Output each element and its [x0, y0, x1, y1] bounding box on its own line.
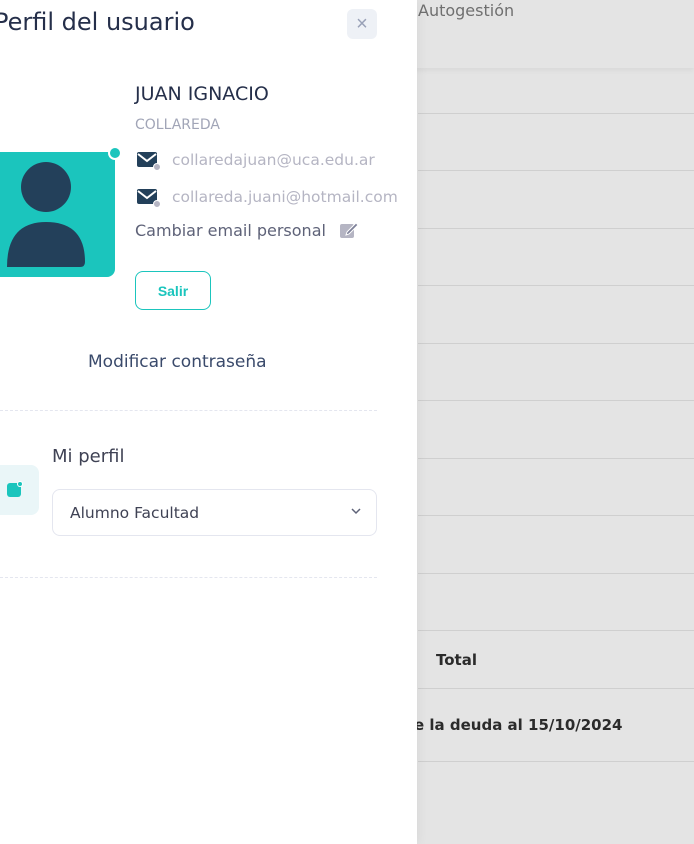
user-profile-drawer: Perfil del usuario × JUAN IGNACIO COLLAR… — [0, 0, 417, 844]
edit-icon[interactable] — [338, 219, 360, 241]
user-surname: COLLAREDA — [135, 117, 220, 133]
mail-icon — [135, 186, 161, 208]
table-row — [418, 171, 694, 229]
separator — [0, 410, 377, 411]
table-row — [418, 229, 694, 286]
profile-icon-box — [0, 465, 39, 515]
change-email-link[interactable]: Cambiar email personal — [135, 219, 360, 241]
close-icon: × — [356, 12, 368, 35]
online-status-dot — [108, 146, 122, 160]
personal-email-row: collareda.juani@hotmail.com — [135, 186, 397, 208]
drawer-title: Perfil del usuario — [0, 8, 195, 36]
separator — [0, 577, 377, 578]
institutional-email-row: collaredajuan@uca.edu.ar — [135, 149, 397, 171]
table-row — [418, 286, 694, 344]
table-row — [418, 114, 694, 171]
breadcrumb[interactable]: Autogestión — [418, 1, 514, 20]
table-row: e la deuda al 15/10/2024 — [414, 689, 694, 762]
profile-select-value: Alumno Facultad — [70, 503, 200, 522]
debt-table: Total e la deuda al 15/10/2024 — [414, 68, 694, 762]
mail-icon — [135, 149, 161, 171]
table-row — [418, 68, 694, 114]
profile-select[interactable]: Alumno Facultad — [52, 489, 377, 536]
close-button[interactable]: × — [347, 9, 377, 39]
change-email-label: Cambiar email personal — [135, 220, 326, 240]
institutional-email: collaredajuan@uca.edu.ar — [172, 151, 375, 169]
change-password-link[interactable]: Modificar contraseña — [88, 352, 267, 372]
table-row — [418, 516, 694, 574]
personal-email: collareda.juani@hotmail.com — [172, 188, 397, 206]
avatar-icon — [7, 162, 85, 267]
table-cell: Total — [436, 650, 477, 669]
user-name: JUAN IGNACIO — [135, 83, 269, 105]
profile-icon — [6, 481, 23, 497]
profile-label: Mi perfil — [52, 446, 125, 467]
table-row — [418, 344, 694, 401]
logout-button[interactable]: Salir — [135, 271, 211, 310]
table-row — [418, 459, 694, 516]
table-cell: e la deuda al 15/10/2024 — [414, 716, 623, 734]
table-row: Total — [418, 631, 694, 689]
chevron-down-icon — [351, 508, 361, 515]
avatar — [0, 152, 115, 277]
table-row — [418, 574, 694, 631]
table-row — [418, 401, 694, 459]
